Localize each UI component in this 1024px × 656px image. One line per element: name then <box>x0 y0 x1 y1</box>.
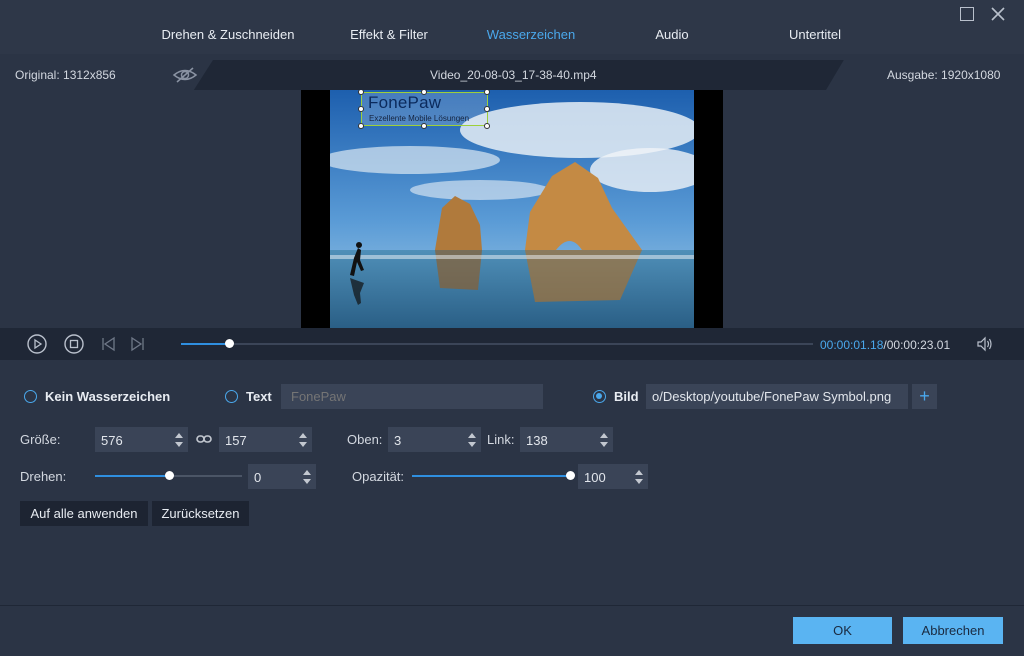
opacity-value: 100 <box>584 470 606 485</box>
resize-handle[interactable] <box>484 123 490 129</box>
decrement-arrow-icon[interactable] <box>175 442 183 447</box>
original-resolution: Original: 1312x856 <box>15 68 116 82</box>
decrement-arrow-icon[interactable] <box>635 479 643 484</box>
watermark-overlay[interactable]: FonePaw Exzellente Mobile Lösungen <box>361 92 488 126</box>
no-watermark-radio[interactable] <box>24 390 37 403</box>
watermark-text-input[interactable] <box>281 384 543 409</box>
footer-divider <box>0 605 1024 606</box>
left-value: 138 <box>526 433 548 448</box>
progress-handle[interactable] <box>225 339 235 348</box>
width-stepper-arrows <box>170 427 188 452</box>
resize-handle[interactable] <box>421 123 427 129</box>
output-resolution: Ausgabe: 1920x1080 <box>887 68 1001 82</box>
image-watermark-label: Bild <box>614 389 639 404</box>
height-stepper-arrows <box>294 427 312 452</box>
rotate-stepper[interactable]: 0 <box>248 464 316 489</box>
tab-bar: Drehen & Zuschneiden Effekt & Filter Was… <box>0 0 1024 54</box>
image-watermark-radio[interactable] <box>593 390 606 403</box>
height-stepper[interactable]: 157 <box>219 427 312 452</box>
decrement-arrow-icon[interactable] <box>303 479 311 484</box>
text-watermark-radio[interactable] <box>225 390 238 403</box>
resize-handle[interactable] <box>358 123 364 129</box>
timecode: 00:00:01.18/00:00:23.01 <box>820 338 950 352</box>
next-frame-icon[interactable] <box>127 334 147 354</box>
opacity-slider-fill <box>412 475 570 477</box>
tab-rotate-crop[interactable]: Drehen & Zuschneiden <box>162 27 295 42</box>
height-value: 157 <box>225 433 247 448</box>
increment-arrow-icon[interactable] <box>303 470 311 475</box>
top-label: Oben: <box>347 432 383 447</box>
resize-handle[interactable] <box>358 106 364 112</box>
opacity-slider-handle[interactable] <box>566 471 575 480</box>
video-frame: FonePaw Exzellente Mobile Lösungen <box>301 90 723 328</box>
width-stepper[interactable]: 576 <box>95 427 188 452</box>
resize-handle[interactable] <box>484 106 490 112</box>
left-label: Link: <box>487 432 515 447</box>
tab-audio[interactable]: Audio <box>655 27 688 42</box>
top-value: 3 <box>394 433 402 448</box>
tab-watermark[interactable]: Wasserzeichen <box>487 27 575 42</box>
preview-area: FonePaw Exzellente Mobile Lösungen <box>0 90 1024 328</box>
image-path-field[interactable]: o/Desktop/youtube/FonePaw Symbol.png <box>646 384 908 409</box>
tab-effects-filter[interactable]: Effekt & Filter <box>350 27 428 42</box>
increment-arrow-icon[interactable] <box>600 433 608 438</box>
video-preview-image: FonePaw Exzellente Mobile Lösungen <box>330 90 694 328</box>
increment-arrow-icon[interactable] <box>299 433 307 438</box>
eye-slash-icon[interactable] <box>172 66 198 84</box>
video-filename: Video_20-08-03_17-38-40.mp4 <box>430 68 597 82</box>
maximize-icon[interactable] <box>959 6 975 22</box>
rotate-value: 0 <box>254 470 262 485</box>
increment-arrow-icon[interactable] <box>468 433 476 438</box>
top-stepper-arrows <box>463 427 481 452</box>
width-value: 576 <box>101 433 123 448</box>
opacity-label: Opazität: <box>352 469 405 484</box>
ok-button[interactable]: OK <box>793 617 892 644</box>
size-label: Größe: <box>20 432 61 447</box>
info-bar: Original: 1312x856 Video_20-08-03_17-38-… <box>0 60 1024 90</box>
watermark-title: FonePaw <box>368 93 442 112</box>
left-stepper-arrows <box>595 427 613 452</box>
increment-arrow-icon[interactable] <box>635 470 643 475</box>
close-icon[interactable] <box>990 6 1006 22</box>
play-icon[interactable] <box>27 334 47 354</box>
apply-all-button[interactable]: Auf alle anwenden <box>20 501 148 526</box>
progress-fill <box>181 343 230 345</box>
top-stepper[interactable]: 3 <box>388 427 481 452</box>
no-watermark-label: Kein Wasserzeichen <box>45 389 171 404</box>
rotate-label: Drehen: <box>20 469 67 484</box>
opacity-stepper-arrows <box>630 464 648 489</box>
player-controls: 00:00:01.18/00:00:23.01 <box>0 328 1024 360</box>
link-aspect-icon[interactable] <box>196 432 212 446</box>
tab-subtitle[interactable]: Untertitel <box>789 27 841 42</box>
rotate-slider-handle[interactable] <box>164 471 174 480</box>
reset-button[interactable]: Zurücksetzen <box>152 501 249 526</box>
left-stepper[interactable]: 138 <box>520 427 613 452</box>
rotate-stepper-arrows <box>298 464 316 489</box>
progress-track[interactable] <box>181 339 813 348</box>
decrement-arrow-icon[interactable] <box>600 442 608 447</box>
decrement-arrow-icon[interactable] <box>299 442 307 447</box>
rotate-slider-fill <box>95 475 169 477</box>
opacity-slider[interactable] <box>412 471 575 480</box>
rotate-slider[interactable] <box>95 471 242 480</box>
volume-icon[interactable] <box>975 334 995 354</box>
previous-frame-icon[interactable] <box>99 334 119 354</box>
total-time: 00:00:23.01 <box>886 338 951 352</box>
add-image-button[interactable]: + <box>912 384 937 409</box>
stop-icon[interactable] <box>64 334 84 354</box>
current-time: 00:00:01.18 <box>820 338 884 352</box>
opacity-stepper[interactable]: 100 <box>578 464 648 489</box>
cancel-button[interactable]: Abbrechen <box>903 617 1003 644</box>
increment-arrow-icon[interactable] <box>175 433 183 438</box>
decrement-arrow-icon[interactable] <box>468 442 476 447</box>
watermark-subtitle: Exzellente Mobile Lösungen <box>369 114 470 123</box>
text-watermark-label: Text <box>246 389 272 404</box>
